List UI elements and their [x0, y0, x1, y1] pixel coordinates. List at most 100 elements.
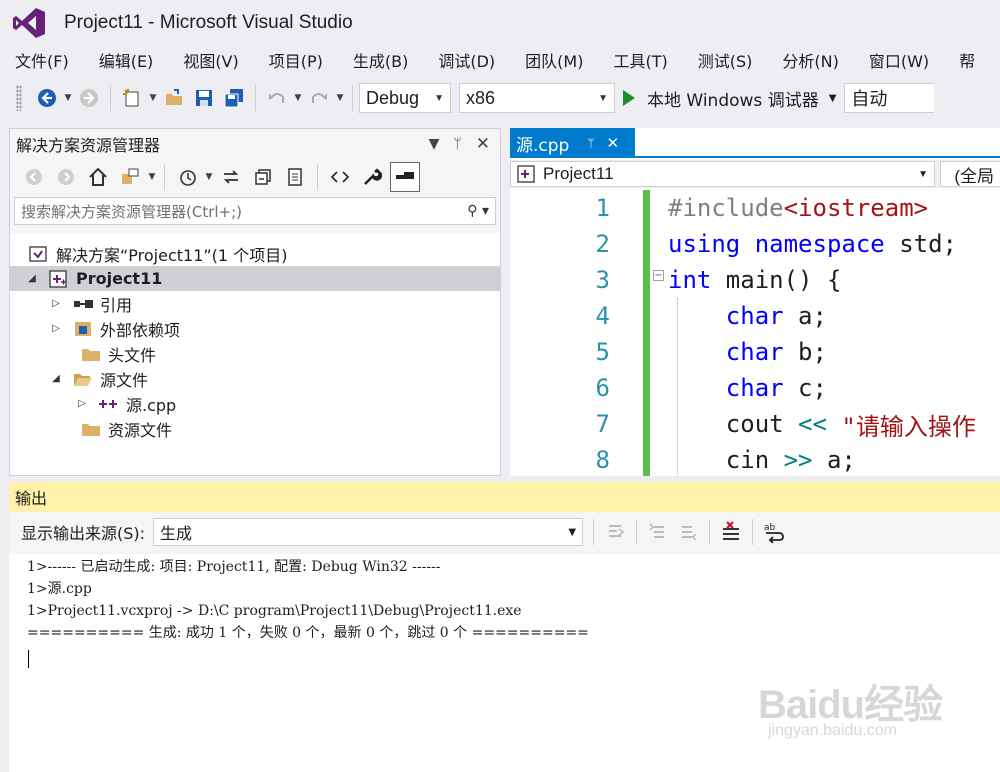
redo-button[interactable]	[306, 85, 332, 111]
collapse-all-button[interactable]	[249, 164, 277, 190]
toggle-word-wrap-button[interactable]: ab	[761, 519, 787, 545]
solution-configuration-select[interactable]: Debug ▼	[359, 83, 451, 113]
visual-studio-logo-icon	[13, 8, 45, 38]
undo-dropdown[interactable]: ▼	[292, 85, 304, 111]
search-icon[interactable]: ⚲ ▾	[467, 203, 489, 219]
save-button[interactable]	[191, 85, 217, 111]
forward-button[interactable]	[76, 85, 102, 111]
expanded-arrow-icon[interactable]: ◢	[24, 273, 40, 284]
solution-platform-select[interactable]: x86 ▼	[459, 83, 615, 113]
solution-search-input[interactable]: 搜索解决方案资源管理器(Ctrl+;) ⚲ ▾	[14, 197, 496, 225]
collapsed-arrow-icon[interactable]: ▷	[74, 398, 90, 409]
menu-tools[interactable]: 工具(T)	[598, 48, 667, 72]
properties-button[interactable]	[358, 164, 386, 190]
solution-icon	[28, 245, 50, 263]
menu-help[interactable]: 帮	[944, 48, 975, 72]
tree-item-project[interactable]: ◢ Project11	[10, 266, 500, 291]
window-position-dropdown-icon[interactable]: ▼	[429, 136, 440, 152]
output-line: 1>------ 已启动生成: 项目: Project11, 配置: Debug…	[27, 559, 441, 575]
pin-icon[interactable]: ᛘ	[453, 136, 461, 152]
line-number: 5	[595, 338, 610, 366]
show-all-files-icon	[288, 168, 302, 186]
menu-project[interactable]: 项目(P)	[254, 48, 323, 72]
home-button[interactable]	[84, 164, 112, 190]
pending-changes-filter-button[interactable]	[173, 164, 201, 190]
new-dropdown[interactable]: ▼	[147, 85, 159, 111]
cpp-file-icon	[98, 395, 120, 413]
forward-arrow-icon	[58, 169, 74, 185]
nav-scope-value: (全局	[954, 166, 994, 186]
menu-analyze[interactable]: 分析(N)	[767, 48, 838, 72]
sync-button[interactable]	[217, 164, 245, 190]
tree-item-solution[interactable]: 解决方案“Project11”(1 个项目)	[10, 241, 500, 266]
toolbar-separator	[164, 164, 165, 190]
menu-build[interactable]: 生成(B)	[338, 48, 408, 72]
filter-dropdown[interactable]: ▼	[203, 164, 215, 190]
close-icon[interactable]: ✕	[607, 134, 620, 152]
menu-window[interactable]: 窗口(W)	[854, 48, 929, 72]
output-line: ========== 生成: 成功 1 个，失败 0 个，最新 0 个，跳过 0…	[27, 625, 589, 641]
line-number: 3	[595, 266, 610, 294]
preview-selected-items-button[interactable]	[390, 162, 420, 192]
change-tracking-bar	[643, 190, 650, 476]
tree-item-source-cpp[interactable]: ▷ 源.cpp	[10, 391, 500, 416]
watermark-url: jingyan.baidu.com	[768, 722, 897, 739]
redo-dropdown[interactable]: ▼	[334, 85, 346, 111]
save-all-button[interactable]	[221, 85, 247, 111]
tree-item-source-files[interactable]: ◢ 源文件	[10, 366, 500, 391]
code-icon	[330, 171, 350, 183]
platform-value: x86	[466, 87, 496, 108]
show-all-files-button[interactable]	[281, 164, 309, 190]
code-area[interactable]: 1 2 3 4 5 6 7 8 − #include <iostream> usi…	[510, 190, 1000, 476]
collapse-outline-icon[interactable]: −	[653, 270, 664, 281]
configuration-value: Debug	[366, 87, 420, 108]
menu-debug[interactable]: 调试(D)	[423, 48, 495, 72]
solution-explorer-toolbar: ▼ ▼	[10, 159, 500, 195]
output-source-select[interactable]: 生成 ▼	[153, 518, 584, 546]
back-button[interactable]	[20, 164, 48, 190]
start-debugging-button[interactable]: 本地 Windows 调试器 ▼	[623, 83, 836, 113]
switch-views-dropdown[interactable]: ▼	[146, 164, 158, 190]
next-message-button[interactable]	[675, 519, 701, 545]
menu-view[interactable]: 视图(V)	[168, 48, 238, 72]
line-number: 4	[595, 302, 610, 330]
document-tab-source-cpp[interactable]: 源.cpp ᛘ ✕	[510, 128, 635, 158]
tree-item-references[interactable]: ▷ 引用	[10, 291, 500, 316]
output-source-value: 生成	[160, 524, 193, 543]
find-message-in-code-button[interactable]	[602, 519, 628, 545]
menu-file[interactable]: 文件(F)	[0, 48, 69, 72]
tree-item-header-files[interactable]: 头文件	[10, 341, 500, 366]
back-dropdown[interactable]: ▼	[62, 85, 74, 111]
project-scope-select[interactable]: Project11 ▼	[510, 161, 935, 187]
menu-team[interactable]: 团队(M)	[510, 48, 583, 72]
collapsed-arrow-icon[interactable]: ▷	[48, 323, 64, 334]
menu-test[interactable]: 测试(S)	[683, 48, 753, 72]
view-code-button[interactable]	[326, 164, 354, 190]
previous-message-button[interactable]	[645, 519, 671, 545]
auto-select[interactable]: 自动	[844, 83, 935, 113]
toolbar-grip[interactable]	[16, 85, 22, 111]
tree-item-resource-files[interactable]: 资源文件	[10, 416, 500, 441]
tree-item-label: 解决方案“Project11”(1 个项目)	[56, 245, 288, 265]
switch-views-button[interactable]	[116, 164, 144, 190]
global-scope-select[interactable]: (全局	[940, 161, 1000, 187]
redo-icon	[312, 93, 327, 103]
pin-icon[interactable]: ᛘ	[587, 136, 594, 150]
collapsed-arrow-icon[interactable]: ▷	[48, 298, 64, 309]
open-button[interactable]	[161, 85, 187, 111]
forward-button[interactable]	[52, 164, 80, 190]
chevron-down-icon: ▼	[918, 168, 928, 180]
clear-all-button[interactable]	[718, 519, 744, 545]
close-icon[interactable]: ✕	[476, 134, 490, 154]
expanded-arrow-icon[interactable]: ◢	[48, 373, 64, 384]
tree-item-external-dependencies[interactable]: ▷ 外部依赖项	[10, 316, 500, 341]
solution-explorer-header: 解决方案资源管理器 ▼ ᛘ ✕	[10, 129, 500, 159]
references-icon	[72, 295, 94, 313]
menu-edit[interactable]: 编辑(E)	[84, 48, 154, 72]
chevron-down-icon[interactable]: ▼	[829, 93, 837, 104]
line-numbers: 1 2 3 4 5 6 7 8	[510, 190, 614, 476]
back-button[interactable]	[34, 85, 60, 111]
chevron-down-icon: ▼	[598, 92, 608, 104]
undo-button[interactable]	[264, 85, 290, 111]
new-project-button[interactable]	[119, 85, 145, 111]
